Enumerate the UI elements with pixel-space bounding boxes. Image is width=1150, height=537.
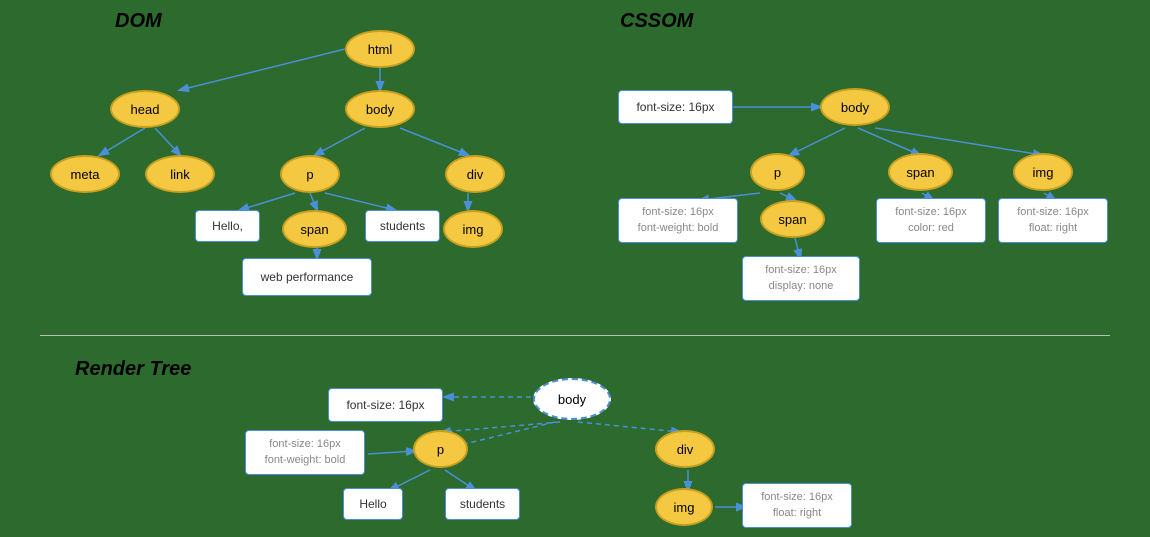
render-tree-title: Render Tree xyxy=(75,358,191,381)
cssom-p-node: p xyxy=(750,153,805,191)
cssom-p-box: font-size: 16pxfont-weight: bold xyxy=(618,198,738,243)
dom-title: DOM xyxy=(115,10,162,33)
dom-html-node: html xyxy=(345,30,415,68)
dom-div-node: div xyxy=(445,155,505,193)
rt-img-node: img xyxy=(655,488,713,526)
divider xyxy=(40,335,1110,336)
rt-hello-box: Hello xyxy=(343,488,403,520)
dom-img-node: img xyxy=(443,210,503,248)
rt-div-node: div xyxy=(655,430,715,468)
cssom-img-node: img xyxy=(1013,153,1073,191)
dom-link-node: link xyxy=(145,155,215,193)
cssom-title: CSSOM xyxy=(620,10,693,33)
diagram-container: DOM CSSOM Render Tree xyxy=(0,0,1150,537)
cssom-span-none-box: font-size: 16pxdisplay: none xyxy=(742,256,860,301)
cssom-font16-box: font-size: 16px xyxy=(618,90,733,124)
cssom-body-node: body xyxy=(820,88,890,126)
dom-hello-box: Hello, xyxy=(195,210,260,242)
rt-body-node: body xyxy=(533,378,611,420)
rt-students-box: students xyxy=(445,488,520,520)
dom-body-node: body xyxy=(345,90,415,128)
dom-web-performance-box: web performance xyxy=(242,258,372,296)
connector-lines xyxy=(0,0,1150,537)
cssom-span2-node: span xyxy=(760,200,825,238)
dom-head-node: head xyxy=(110,90,180,128)
rt-font16-box: font-size: 16px xyxy=(328,388,443,422)
rt-img-box: font-size: 16pxfloat: right xyxy=(742,483,852,528)
dom-meta-node: meta xyxy=(50,155,120,193)
cssom-span-node: span xyxy=(888,153,953,191)
rt-p-node: p xyxy=(413,430,468,468)
cssom-img-box: font-size: 16pxfloat: right xyxy=(998,198,1108,243)
dom-p-node: p xyxy=(280,155,340,193)
rt-p-box: font-size: 16pxfont-weight: bold xyxy=(245,430,365,475)
cssom-span-box: font-size: 16pxcolor: red xyxy=(876,198,986,243)
dom-students-box: students xyxy=(365,210,440,242)
dom-span-node: span xyxy=(282,210,347,248)
